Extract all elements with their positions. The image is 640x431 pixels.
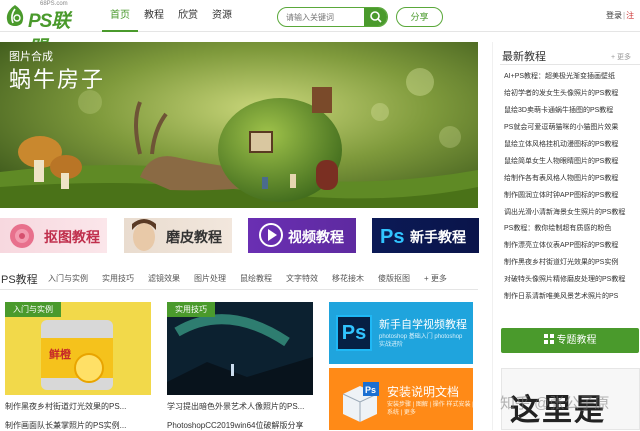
main-nav: 首页 教程 欣赏 资源 xyxy=(102,0,240,32)
ps-logo-icon: Ps xyxy=(336,315,372,351)
register-link[interactable]: 注 xyxy=(626,11,634,20)
latest-tutorials-list: AI+PS教程：超美极光渐变插画壁纸 给初学者的发女生头像照片的PS教程 鼠绘3… xyxy=(504,69,638,306)
list-item[interactable]: 调出光滑小清新海景女生照片的PS教程 xyxy=(504,205,638,222)
card-title[interactable]: 制作黑夜乡村街道灯光效果的PS... xyxy=(5,401,151,412)
list-item[interactable]: PS就会可爱逗萌猫咪的小猫图片效果 xyxy=(504,120,638,137)
tile-video-label: 视频教程 xyxy=(288,229,344,245)
list-item[interactable]: PS教程：教你绘制超有质感的粉色 xyxy=(504,221,638,238)
banner-title: 蜗牛房子 xyxy=(9,67,106,92)
tile-cutout[interactable]: 抠图教程 xyxy=(0,218,107,253)
promo-subtitle: 安装步骤 | 图解 | 操作 样式安装 | 系统 | 更多 xyxy=(387,402,474,416)
tile-beginner-label: 新手教程 xyxy=(410,229,466,245)
search-button[interactable] xyxy=(364,8,387,26)
ps-logo-icon: Ps xyxy=(380,226,404,248)
subnav-text-effects[interactable]: 文字特效 xyxy=(286,273,318,284)
search-icon xyxy=(370,11,382,23)
sidebar-title: 最新教程 xyxy=(502,51,546,63)
tile-skin-smoothing[interactable]: 磨皮教程 xyxy=(124,218,232,253)
category-tiles: 抠图教程 磨皮教程 视频教程 Ps 新手教程 xyxy=(0,218,479,254)
tutorial-subnav: PS教程 入门与实例 实用技巧 滤镜效果 图片处理 鼠绘教程 文字特效 移花接木… xyxy=(0,268,478,290)
card-title-secondary[interactable]: 制作画面队长兼掌照片的PS实例... xyxy=(5,420,151,431)
article-card[interactable]: 实用技巧 学习提出暗色外景艺术人像照片的PS... PhotoshopCC201… xyxy=(167,302,313,430)
promo-install-docs[interactable]: Ps 安装说明文档 安装步骤 | 图解 | 操作 样式安装 | 系统 | 更多 xyxy=(329,368,474,430)
list-item[interactable]: AI+PS教程：超美极光渐变插画壁纸 xyxy=(504,69,638,86)
list-item[interactable]: 制作日系清新唯美风景艺术照片的PS xyxy=(504,289,638,306)
column-divider xyxy=(492,42,493,430)
tile-cutout-label: 抠图教程 xyxy=(44,229,100,245)
nav-home[interactable]: 首页 xyxy=(102,0,138,32)
list-item[interactable]: 制作漂亮立体仪表APP图标的PS教程 xyxy=(504,238,638,255)
grid-icon xyxy=(543,334,554,344)
list-item[interactable]: 制作黑夜乡村街道灯光效果的PS实例 xyxy=(504,255,638,272)
topic-button-label: 专题教程 xyxy=(556,335,597,346)
nav-resources[interactable]: 资源 xyxy=(204,0,240,32)
rose-icon xyxy=(10,224,34,248)
leaf-logo-icon xyxy=(6,5,24,26)
subnav-compositing[interactable]: 移花接木 xyxy=(332,273,364,284)
tile-video[interactable]: 视频教程 xyxy=(248,218,356,253)
subnav-drawing[interactable]: 鼠绘教程 xyxy=(240,273,272,284)
list-item[interactable]: 鼠绘立体风格挂机动漫图标的PS教程 xyxy=(504,137,638,154)
login-link[interactable]: 登录 xyxy=(606,11,622,20)
svg-text:Ps: Ps xyxy=(380,226,404,248)
subnav-cutout[interactable]: 傻版抠图 xyxy=(378,273,410,284)
card-title-secondary[interactable]: PhotoshopCC2019win64位破解版分享 xyxy=(167,420,313,431)
subnav-basics[interactable]: 入门与实例 xyxy=(48,273,88,284)
topic-tutorials-button[interactable]: 专题教程 xyxy=(501,328,639,353)
subnav-more[interactable]: + 更多 xyxy=(424,273,447,284)
hero-banner[interactable]: 图片合成 蜗牛房子 xyxy=(0,42,478,208)
article-card[interactable]: 鲜橙 入门与实例 制作黑夜乡村街道灯光效果的PS... 制作画面队长兼掌照片的P… xyxy=(5,302,151,430)
promo-title: 安装说明文档 xyxy=(387,385,460,399)
search-input[interactable] xyxy=(286,10,366,24)
nav-tutorials[interactable]: 教程 xyxy=(136,0,172,32)
face-icon xyxy=(132,219,156,251)
sidebar-more-link[interactable]: + 更多 xyxy=(611,52,631,62)
promo-title: 新手自学视频教程 xyxy=(379,319,467,331)
list-item[interactable]: 鼠绘3D卖萌卡通蜗牛插图的PS教程 xyxy=(504,103,638,120)
subnav-title: PS教程 xyxy=(1,273,38,286)
card-category-tag[interactable]: 入门与实例 xyxy=(5,302,61,317)
promo-subtitle: photoshop 基础入门 photoshop 实战进阶 xyxy=(379,334,463,348)
subnav-tips[interactable]: 实用技巧 xyxy=(102,273,134,284)
svg-text:Ps: Ps xyxy=(365,385,376,395)
svg-text:鲜橙: 鲜橙 xyxy=(49,347,72,361)
site-header: 68PS.com PS联盟 首页 教程 欣赏 资源 分享 登录|注 xyxy=(0,0,640,59)
list-item[interactable]: 鼠绘简单女生人物眼睛图片的PS教程 xyxy=(504,154,638,171)
subnav-filters[interactable]: 滤镜效果 xyxy=(148,273,180,284)
search-box xyxy=(277,7,388,27)
list-item[interactable]: 制作圆润立体时钟APP图标的PS教程 xyxy=(504,188,638,205)
share-button[interactable]: 分享 xyxy=(396,7,443,27)
card-category-tag[interactable]: 实用技巧 xyxy=(167,302,215,317)
watermark: 知乎 @张公子原 xyxy=(500,395,610,412)
subnav-photo[interactable]: 图片处理 xyxy=(194,273,226,284)
promo-video-course[interactable]: Ps 新手自学视频教程 photoshop 基础入门 photoshop 实战进… xyxy=(329,302,473,364)
list-item[interactable]: 对破特头像照片精修磨皮处理的PS教程 xyxy=(504,272,638,289)
list-item[interactable]: 给制作各有表风格人物图片的PS教程 xyxy=(504,171,638,188)
tile-skin-label: 磨皮教程 xyxy=(166,229,222,245)
site-logo[interactable]: 68PS.com PS联盟 xyxy=(4,1,82,59)
list-item[interactable]: 给初学者的发女生头像照片的PS教程 xyxy=(504,86,638,103)
tile-beginner[interactable]: Ps 新手教程 xyxy=(372,218,479,253)
auth-links: 登录|注 xyxy=(606,11,635,20)
card-title[interactable]: 学习提出暗色外景艺术人像照片的PS... xyxy=(167,401,313,412)
nav-gallery[interactable]: 欣赏 xyxy=(170,0,206,32)
sidebar-divider xyxy=(500,64,640,65)
play-icon xyxy=(259,223,283,247)
install-box-icon: Ps xyxy=(342,382,379,422)
